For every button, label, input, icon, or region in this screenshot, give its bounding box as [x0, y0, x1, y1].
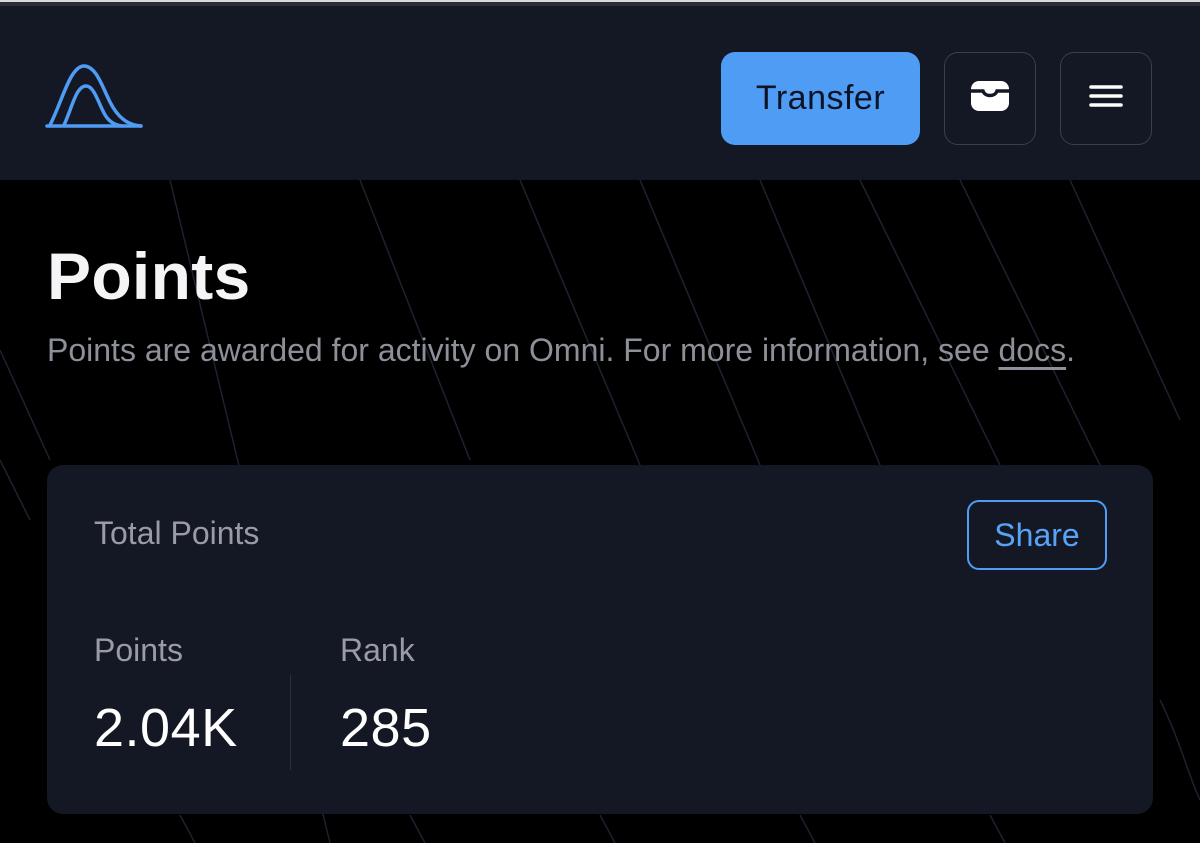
share-button[interactable]: Share	[967, 500, 1107, 570]
page-title: Points	[47, 239, 251, 313]
description-period: .	[1066, 332, 1075, 368]
rank-value: 285	[340, 698, 432, 758]
wallet-button[interactable]	[944, 52, 1036, 145]
points-value: 2.04K	[94, 698, 238, 758]
rank-label: Rank	[340, 632, 415, 668]
page-description: Points are awarded for activity on Omni.…	[47, 327, 1127, 373]
menu-icon	[1089, 84, 1123, 113]
card-title: Total Points	[94, 515, 260, 551]
description-text: Points are awarded for activity on Omni.…	[47, 332, 990, 368]
app-header: Transfer	[0, 6, 1200, 180]
wallet-icon	[969, 79, 1011, 118]
points-label: Points	[94, 632, 183, 668]
transfer-button[interactable]: Transfer	[721, 52, 920, 145]
docs-link[interactable]: docs	[999, 332, 1067, 368]
stat-divider	[290, 675, 291, 770]
total-points-card: Total Points Share Points 2.04K Rank 285	[47, 465, 1153, 814]
menu-button[interactable]	[1060, 52, 1152, 145]
omni-logo-icon[interactable]	[44, 58, 144, 130]
